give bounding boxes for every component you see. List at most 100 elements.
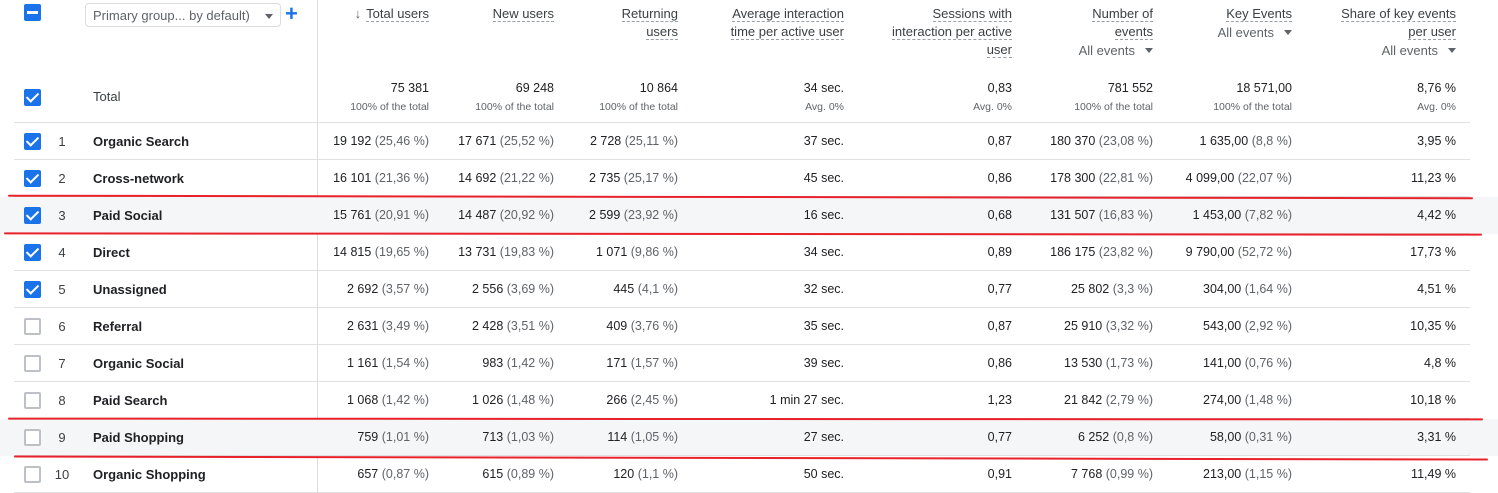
metric-value: 10,35 % bbox=[1410, 319, 1456, 333]
table-row[interactable]: 8 Paid Search 1 068 (1,42 %) 1 026 (1,48 %)… bbox=[0, 382, 1498, 419]
metric-cell: 1 026 (1,48 %) bbox=[472, 393, 554, 407]
metric-cell: 25 802 (3,3 %) bbox=[1071, 282, 1153, 296]
channel-name: Paid Social bbox=[93, 208, 163, 223]
column-header[interactable]: Share of key events per user All events bbox=[1306, 5, 1456, 60]
row-checkbox[interactable] bbox=[24, 318, 41, 335]
select-all-checkbox[interactable] bbox=[24, 4, 41, 21]
metric-cell: 19 192 (25,46 %) bbox=[333, 134, 429, 148]
column-header[interactable]: Returning users bbox=[568, 5, 678, 41]
metric-value: 114 bbox=[607, 430, 628, 444]
total-share-label: 100% of the total bbox=[350, 101, 429, 113]
row-checkbox[interactable] bbox=[24, 466, 41, 483]
metric-cell: 445 (4,1 %) bbox=[613, 282, 678, 296]
metric-value: 14 815 bbox=[333, 245, 372, 259]
column-header[interactable]: Number of events All events bbox=[1043, 5, 1153, 60]
metric-share: (0,31 %) bbox=[1244, 430, 1292, 444]
table-row[interactable]: 9 Paid Shopping 759 (1,01 %) 713 (1,03 %) 11… bbox=[0, 419, 1498, 456]
metric-share: (21,36 %) bbox=[374, 171, 429, 185]
table-row[interactable]: 10 Organic Shopping 657 (0,87 %) 615 (0,89 … bbox=[0, 456, 1498, 493]
metric-value: 213,00 bbox=[1203, 467, 1242, 481]
column-header[interactable]: ↓ Total users bbox=[299, 5, 429, 23]
metric-share: (1,03 %) bbox=[506, 430, 554, 444]
total-share-label: 100% of the total bbox=[475, 101, 554, 113]
metric-cell: 178 300 (22,81 %) bbox=[1050, 171, 1153, 185]
row-checkbox[interactable] bbox=[24, 244, 41, 261]
metric-share: (23,08 %) bbox=[1098, 134, 1153, 148]
sort-descending-icon[interactable]: ↓ bbox=[355, 6, 362, 21]
metric-share: (1,48 %) bbox=[1244, 393, 1292, 407]
channel-name: Referral bbox=[93, 319, 143, 334]
column-header[interactable]: Average interaction time per active user bbox=[694, 5, 844, 41]
table-row[interactable]: 5 Unassigned 2 692 (3,57 %) 2 556 (3,69 %) 4… bbox=[0, 271, 1498, 308]
primary-dimension-select[interactable]: Primary group... by default) bbox=[85, 3, 281, 27]
row-checkbox[interactable] bbox=[24, 170, 41, 187]
column-header-title: Total users bbox=[366, 6, 429, 22]
metric-value: 0,68 bbox=[987, 208, 1012, 222]
row-checkbox[interactable] bbox=[24, 392, 41, 409]
column-header[interactable]: Sessions with interaction per active user bbox=[852, 5, 1012, 59]
metric-cell: 27 sec. bbox=[804, 430, 844, 444]
metric-cell: 131 507 (16,83 %) bbox=[1050, 208, 1153, 222]
table-row[interactable]: 4 Direct 14 815 (19,65 %) 13 731 (19,83 %) 1… bbox=[0, 234, 1498, 271]
metric-cell: 1,23 bbox=[988, 393, 1012, 407]
metric-value: 27 sec. bbox=[803, 430, 844, 444]
chevron-down-icon bbox=[265, 14, 273, 19]
metric-share: (0,8 %) bbox=[1112, 430, 1153, 444]
metric-cell: 13 530 (1,73 %) bbox=[1064, 356, 1153, 370]
plus-icon[interactable]: + bbox=[285, 3, 298, 25]
metric-cell: 0,87 bbox=[988, 134, 1012, 148]
total-checkbox[interactable] bbox=[24, 89, 41, 106]
row-index: 4 bbox=[58, 245, 66, 260]
column-header-title: Returning bbox=[621, 6, 678, 22]
metric-value: 14 692 bbox=[458, 171, 497, 185]
metric-value: 0,87 bbox=[987, 134, 1012, 148]
metric-value: 657 bbox=[357, 467, 379, 481]
event-filter-select[interactable]: All events bbox=[1182, 24, 1292, 42]
metric-cell: 2 556 (3,69 %) bbox=[472, 282, 554, 296]
total-share-label: 100% of the total bbox=[1074, 101, 1153, 113]
metric-cell: 274,00 (1,48 %) bbox=[1203, 393, 1292, 407]
metric-cell: 4,8 % bbox=[1424, 356, 1456, 370]
row-checkbox[interactable] bbox=[24, 355, 41, 372]
table-row[interactable]: 6 Referral 2 631 (3,49 %) 2 428 (3,51 %) 409… bbox=[0, 308, 1498, 345]
metric-value: 34 sec. bbox=[803, 245, 844, 259]
metric-share: (19,83 %) bbox=[499, 245, 554, 259]
event-filter-select[interactable]: All events bbox=[1306, 42, 1456, 60]
event-filter-label: All events bbox=[1078, 43, 1135, 58]
metric-share: (0,89 %) bbox=[506, 467, 554, 481]
event-filter-select[interactable]: All events bbox=[1043, 42, 1153, 60]
metric-value: 2 728 bbox=[589, 134, 622, 148]
metric-value: 0,77 bbox=[987, 282, 1012, 296]
metric-cell: 0,77 bbox=[988, 430, 1012, 444]
metric-value: 25 802 bbox=[1070, 282, 1110, 296]
table-row[interactable]: 7 Organic Social 1 161 (1,54 %) 983 (1,42 %… bbox=[0, 345, 1498, 382]
row-checkbox[interactable] bbox=[24, 133, 41, 150]
column-header-title: interaction per active bbox=[892, 24, 1012, 40]
row-checkbox[interactable] bbox=[24, 429, 41, 446]
metric-share: (22,81 %) bbox=[1098, 171, 1153, 185]
metric-value: 10,18 % bbox=[1410, 393, 1456, 407]
table-row[interactable]: 3 Paid Social 15 761 (20,91 %) 14 487 (20,9… bbox=[0, 197, 1498, 234]
metric-cell: 7 768 (0,99 %) bbox=[1071, 467, 1153, 481]
total-value: 8,76 % bbox=[1417, 81, 1456, 95]
table-row[interactable]: 1 Organic Search 19 192 (25,46 %) 17 671 (2… bbox=[0, 123, 1498, 160]
row-checkbox[interactable] bbox=[24, 207, 41, 224]
metric-share: (1,1 %) bbox=[637, 467, 678, 481]
metric-value: 274,00 bbox=[1203, 393, 1242, 407]
metric-cell: 0,89 bbox=[988, 245, 1012, 259]
column-header[interactable]: New users bbox=[444, 5, 554, 23]
metric-value: 171 bbox=[606, 356, 628, 370]
row-index: 10 bbox=[54, 467, 70, 482]
metric-cell: 14 692 (21,22 %) bbox=[458, 171, 554, 185]
metric-share: (3,76 %) bbox=[630, 319, 678, 333]
metric-share: (8,8 %) bbox=[1251, 134, 1292, 148]
metric-value: 1 635,00 bbox=[1199, 134, 1249, 148]
column-header-title: events bbox=[1114, 24, 1153, 40]
metric-value: 9 790,00 bbox=[1185, 245, 1235, 259]
row-checkbox[interactable] bbox=[24, 281, 41, 298]
metric-value: 304,00 bbox=[1203, 282, 1242, 296]
metric-cell: 6 252 (0,8 %) bbox=[1078, 430, 1153, 444]
table-row[interactable]: 2 Cross-network 16 101 (21,36 %) 14 692 (21… bbox=[0, 160, 1498, 197]
channel-name: Paid Search bbox=[93, 393, 168, 408]
column-header[interactable]: Key Events All events bbox=[1182, 5, 1292, 42]
